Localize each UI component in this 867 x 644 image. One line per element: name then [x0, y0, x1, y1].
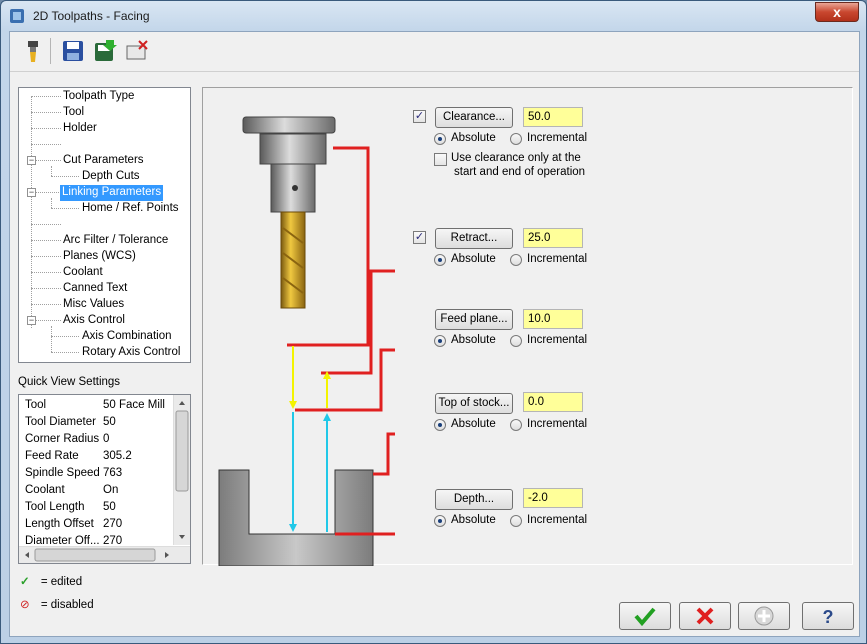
- help-button[interactable]: ?: [802, 602, 854, 630]
- top-of-stock-absolute-radio[interactable]: [434, 419, 446, 431]
- clearance-incremental-label: Incremental: [527, 132, 588, 144]
- depth-field[interactable]: -2.0: [523, 488, 583, 508]
- tree-item-blank-1[interactable]: [61, 137, 65, 153]
- tree-item-arc-filter-tolerance[interactable]: Arc Filter / Tolerance: [61, 233, 170, 249]
- quick-view-vertical-scrollbar[interactable]: [173, 395, 190, 545]
- tree-item-toolpath-type[interactable]: Toolpath Type: [61, 89, 136, 105]
- add-icon: [754, 606, 774, 626]
- clearance-field[interactable]: 50.0: [523, 107, 583, 127]
- clearance-incremental-radio[interactable]: [510, 133, 522, 145]
- collapse-linking-parameters-icon[interactable]: −: [27, 188, 36, 197]
- legend-edited: ✓ = edited: [20, 576, 83, 588]
- top-of-stock-button[interactable]: Top of stock...: [435, 393, 513, 414]
- top-of-stock-incremental-label: Incremental: [527, 418, 588, 430]
- save-icon[interactable]: [60, 38, 86, 64]
- tool-icon[interactable]: [20, 38, 46, 64]
- tree-item-axis-control[interactable]: Axis Control: [61, 313, 127, 329]
- tree-item-misc-values[interactable]: Misc Values: [61, 297, 126, 313]
- tree-item-home-ref-points[interactable]: Home / Ref. Points: [80, 201, 181, 217]
- feed-plane-absolute-radio[interactable]: [434, 335, 446, 347]
- legend-disabled: ⊘ = disabled: [20, 599, 94, 611]
- retract-button[interactable]: Retract...: [435, 228, 513, 249]
- feed-plane-button[interactable]: Feed plane...: [435, 309, 513, 330]
- feed-plane-absolute-label: Absolute: [451, 334, 496, 346]
- tree-item-linking-parameters[interactable]: Linking Parameters: [60, 185, 164, 201]
- disabled-icon: ⊘: [20, 599, 30, 611]
- save-to-library-icon[interactable]: [92, 38, 118, 64]
- depth-incremental-radio[interactable]: [510, 515, 522, 527]
- tree-item-axis-combination[interactable]: Axis Combination: [80, 329, 173, 345]
- top-of-stock-incremental-radio[interactable]: [510, 419, 522, 431]
- tree-item-tool[interactable]: Tool: [61, 105, 86, 121]
- cutter-icon: [280, 211, 306, 309]
- retract-incremental-label: Incremental: [527, 253, 588, 265]
- tool-holder-icon: [242, 116, 336, 213]
- add-button[interactable]: [738, 602, 790, 630]
- top-of-stock-absolute-label: Absolute: [451, 418, 496, 430]
- ok-button[interactable]: [619, 602, 671, 630]
- clearance-note-line-2: start and end of operation: [454, 166, 586, 178]
- window-title: 2D Toolpaths - Facing: [33, 9, 150, 23]
- cancel-button[interactable]: [679, 602, 731, 630]
- clearance-start-end-checkbox[interactable]: [434, 153, 447, 166]
- retract-incremental-radio[interactable]: [510, 254, 522, 266]
- clearance-absolute-label: Absolute: [451, 132, 496, 144]
- depth-absolute-radio[interactable]: [434, 515, 446, 527]
- dialog-client: Toolpath Type Tool Holder − Cut Paramete…: [9, 31, 860, 637]
- disable-icon[interactable]: [124, 38, 150, 64]
- tree-item-canned-text[interactable]: Canned Text: [61, 281, 129, 297]
- clearance-button[interactable]: Clearance...: [435, 107, 513, 128]
- toolbar-separator: [50, 38, 51, 64]
- retract-absolute-radio[interactable]: [434, 254, 446, 266]
- checkmark-icon: ✓: [20, 576, 30, 588]
- clearance-absolute-radio[interactable]: [434, 133, 446, 145]
- title-bar: 2D Toolpaths - Facing x: [1, 1, 866, 31]
- help-icon: ?: [823, 607, 834, 627]
- page-tree: Toolpath Type Tool Holder − Cut Paramete…: [18, 87, 191, 363]
- tree-item-cut-parameters[interactable]: Cut Parameters: [61, 153, 146, 169]
- collapse-axis-control-icon[interactable]: −: [27, 316, 36, 325]
- feed-plane-incremental-radio[interactable]: [510, 335, 522, 347]
- tree-item-holder[interactable]: Holder: [61, 121, 99, 137]
- close-button[interactable]: x: [815, 2, 859, 22]
- retract-field[interactable]: 25.0: [523, 228, 583, 248]
- quick-view-horizontal-scrollbar[interactable]: [19, 546, 190, 563]
- collapse-cut-parameters-icon[interactable]: −: [27, 156, 36, 165]
- depth-button[interactable]: Depth...: [435, 489, 513, 510]
- feed-plane-field[interactable]: 10.0: [523, 309, 583, 329]
- clearance-note-line-1: Use clearance only at the: [451, 152, 581, 164]
- app-icon: [10, 9, 24, 23]
- stock-icon: [218, 469, 374, 566]
- cancel-icon: [696, 607, 714, 625]
- depth-absolute-label: Absolute: [451, 514, 496, 526]
- dialog-window: 2D Toolpaths - Facing x Toolpath Type To…: [0, 0, 867, 644]
- tree-item-rotary-axis-control[interactable]: Rotary Axis Control: [80, 345, 182, 361]
- feed-plane-incremental-label: Incremental: [527, 334, 588, 346]
- svg-text:?: ?: [823, 607, 834, 627]
- top-of-stock-field[interactable]: 0.0: [523, 392, 583, 412]
- retract-checkbox[interactable]: ✓: [413, 231, 426, 244]
- ok-icon: [634, 607, 656, 627]
- quick-view-label: Quick View Settings: [18, 376, 121, 388]
- tree-item-depth-cuts[interactable]: Depth Cuts: [80, 169, 142, 185]
- clearance-checkbox[interactable]: ✓: [413, 110, 426, 123]
- linking-parameters-panel: ✓ Clearance... 50.0 Absolute Incremental…: [202, 87, 853, 566]
- tree-item-blank-2[interactable]: [61, 217, 65, 233]
- tree-item-planes-wcs[interactable]: Planes (WCS): [61, 249, 138, 265]
- depth-incremental-label: Incremental: [527, 514, 588, 526]
- toolbar: [10, 32, 859, 72]
- quick-view-panel: Tool 50 Face Mill Tool Diameter 50 Corner …: [18, 394, 191, 564]
- tree-item-coolant[interactable]: Coolant: [61, 265, 105, 281]
- retract-absolute-label: Absolute: [451, 253, 496, 265]
